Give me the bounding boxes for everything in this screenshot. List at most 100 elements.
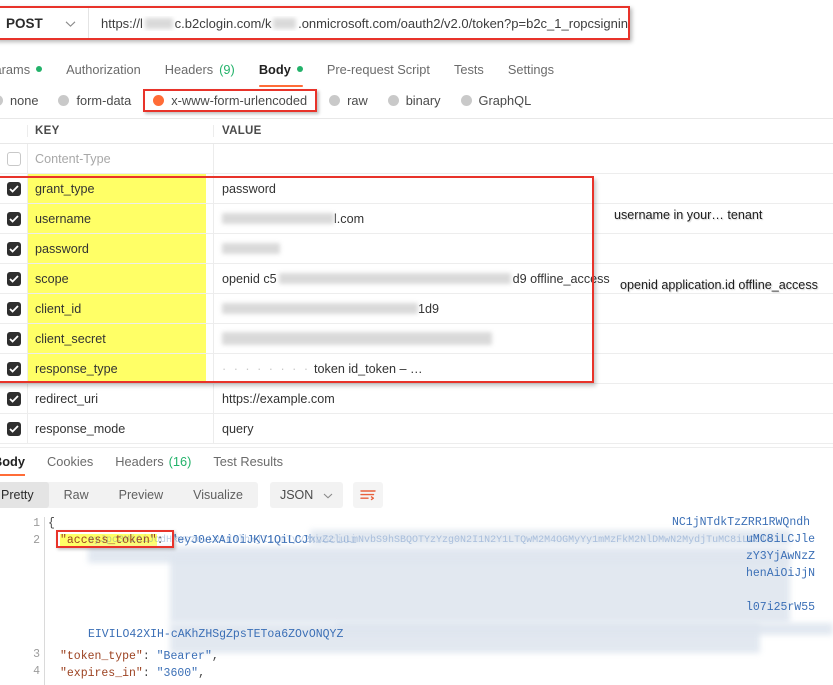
row-key-label: response_type: [28, 354, 206, 383]
value-redaction: [222, 303, 418, 314]
url-input[interactable]: https://l c.b2clogin.com/k .onmicrosoft.…: [89, 16, 628, 31]
radio-icon: [387, 94, 399, 106]
tab-settings-label: Settings: [507, 61, 555, 77]
tab-tests[interactable]: Tests: [442, 54, 496, 84]
tab-settings[interactable]: Settings: [496, 54, 566, 84]
table-row[interactable]: response_type · · · · · · · · token id_t…: [0, 354, 833, 384]
row-value-tail: 1d9: [418, 301, 440, 316]
row-value[interactable]: password: [213, 174, 833, 203]
tab-pre-request-script[interactable]: Pre-request Script: [315, 54, 442, 84]
body-type-form-data[interactable]: form-data: [48, 93, 141, 108]
checkbox-checked-icon: [6, 271, 21, 286]
radio-icon: [0, 94, 3, 106]
row-value[interactable]: · · · · · · · · token id_token – …: [213, 354, 833, 383]
json-colon: :: [142, 650, 150, 663]
checkbox-checked-icon: [6, 331, 21, 346]
table-header-row: KEY VALUE: [0, 118, 833, 144]
row-key[interactable]: grant_type: [27, 174, 213, 203]
postman-window: POST https://l c.b2clogin.com/k .onmicro…: [0, 0, 833, 685]
row-key[interactable]: client_id: [27, 294, 213, 323]
body-type-binary[interactable]: binary: [378, 93, 451, 108]
response-tab-test-results[interactable]: Test Results: [202, 448, 294, 476]
json-colon: :: [142, 667, 150, 680]
row-value[interactable]: https://example.com: [213, 384, 833, 413]
response-tab-body[interactable]: Body: [0, 448, 36, 476]
jwt-text: l07i25rW55: [746, 601, 816, 614]
tab-authorization[interactable]: Authorization: [54, 54, 153, 84]
row-key[interactable]: password: [27, 234, 213, 263]
row-checkbox[interactable]: [0, 384, 27, 413]
view-mode-visualize[interactable]: Visualize: [178, 482, 258, 508]
row-value[interactable]: 1d9: [213, 294, 833, 323]
annotation-scope: openid application.id offline_access: [620, 278, 818, 292]
row-value-tail: l.com: [334, 211, 365, 226]
radio-icon: [329, 94, 341, 106]
table-row[interactable]: grant_type password: [0, 174, 833, 204]
jwt-text: eyJpc3MiOiJodHRwczovL2tdnlhYjI1LmTyV2xvZ…: [88, 535, 773, 546]
view-mode-pretty[interactable]: Pretty: [0, 482, 49, 508]
row-checkbox[interactable]: [0, 204, 27, 233]
tab-headers[interactable]: Headers (9): [153, 54, 247, 84]
row-key[interactable]: response_mode: [27, 414, 213, 443]
chevron-down-icon: [65, 16, 76, 31]
body-type-none[interactable]: none: [0, 93, 48, 108]
response-tab-cookies[interactable]: Cookies: [36, 448, 104, 476]
table-row[interactable]: redirect_uri https://example.com: [0, 384, 833, 414]
row-value[interactable]: [213, 234, 833, 263]
jwt-text: EIVILO42XIH-cAKhZHSgZpsTEToa6ZOvONQYZ: [88, 628, 344, 641]
row-value[interactable]: query: [213, 414, 833, 443]
language-select[interactable]: JSON: [269, 482, 344, 508]
jwt-line-2-wrapped: eyJpc3MiOiJodHRwczovL2tdnlhYjI1LmTyV2xvZ…: [88, 532, 772, 549]
row-key[interactable]: scope: [27, 264, 213, 293]
row-value-tail: d9 offline_access: [512, 271, 610, 286]
http-method-label: POST: [6, 15, 43, 31]
expires-in-value: "3600": [156, 667, 199, 680]
wrap-lines-icon[interactable]: [353, 482, 384, 508]
response-tab-headers[interactable]: Headers (16): [104, 448, 202, 476]
response-tab-headers-count: (16): [168, 454, 192, 469]
row-checkbox[interactable]: [0, 354, 27, 383]
jwt-text: zY3YjAwNzZ: [746, 550, 816, 563]
checkbox-checked-icon: [6, 241, 21, 256]
http-method-select[interactable]: POST: [0, 8, 88, 38]
table-row[interactable]: response_mode query: [0, 414, 833, 444]
row-key[interactable]: redirect_uri: [27, 384, 213, 413]
table-row[interactable]: password: [0, 234, 833, 264]
table-row[interactable]: client_id 1d9: [0, 294, 833, 324]
row-checkbox[interactable]: [0, 174, 27, 203]
request-url-bar: POST https://l c.b2clogin.com/k .onmicro…: [0, 6, 630, 40]
row-checkbox[interactable]: [0, 294, 27, 323]
row-value[interactable]: [213, 324, 833, 353]
row-value[interactable]: [213, 144, 833, 173]
response-tab-headers-label: Headers: [115, 454, 164, 469]
row-checkbox[interactable]: [0, 234, 27, 263]
row-checkbox[interactable]: [0, 264, 27, 293]
row-key[interactable]: client_secret: [27, 324, 213, 353]
body-type-raw[interactable]: raw: [319, 93, 378, 108]
body-type-graphql[interactable]: GraphQL: [451, 93, 542, 108]
radio-icon: [460, 94, 472, 106]
tab-body[interactable]: Body: [247, 54, 315, 87]
table-row[interactable]: client_secret: [0, 324, 833, 354]
checkbox-unchecked-icon: [6, 151, 21, 166]
row-key-label: client_id: [28, 294, 206, 323]
row-checkbox[interactable]: [0, 414, 27, 443]
row-key[interactable]: username: [27, 204, 213, 233]
body-type-x-www-form-urlencoded[interactable]: x-www-form-urlencoded: [143, 88, 318, 112]
value-redaction: [222, 213, 334, 224]
checkbox-checked-icon: [6, 181, 21, 196]
row-checkbox[interactable]: [0, 324, 27, 353]
header-value: VALUE: [213, 125, 833, 137]
jwt-fragment-right-2: zY3YjAwNzZ: [746, 548, 815, 565]
tab-params[interactable]: Params: [0, 54, 54, 84]
line-number: 1: [33, 517, 40, 530]
jwt-fragment-right-4: l07i25rW55: [746, 599, 815, 616]
row-key[interactable]: Content-Type: [27, 144, 213, 173]
row-checkbox[interactable]: [0, 144, 27, 173]
row-key[interactable]: response_type: [27, 354, 213, 383]
view-mode-group: Pretty Raw Preview Visualize: [0, 482, 258, 508]
table-row[interactable]: Content-Type: [0, 144, 833, 174]
access-token-annotation-box: [56, 530, 174, 548]
view-mode-raw[interactable]: Raw: [49, 482, 104, 508]
view-mode-preview[interactable]: Preview: [104, 482, 178, 508]
